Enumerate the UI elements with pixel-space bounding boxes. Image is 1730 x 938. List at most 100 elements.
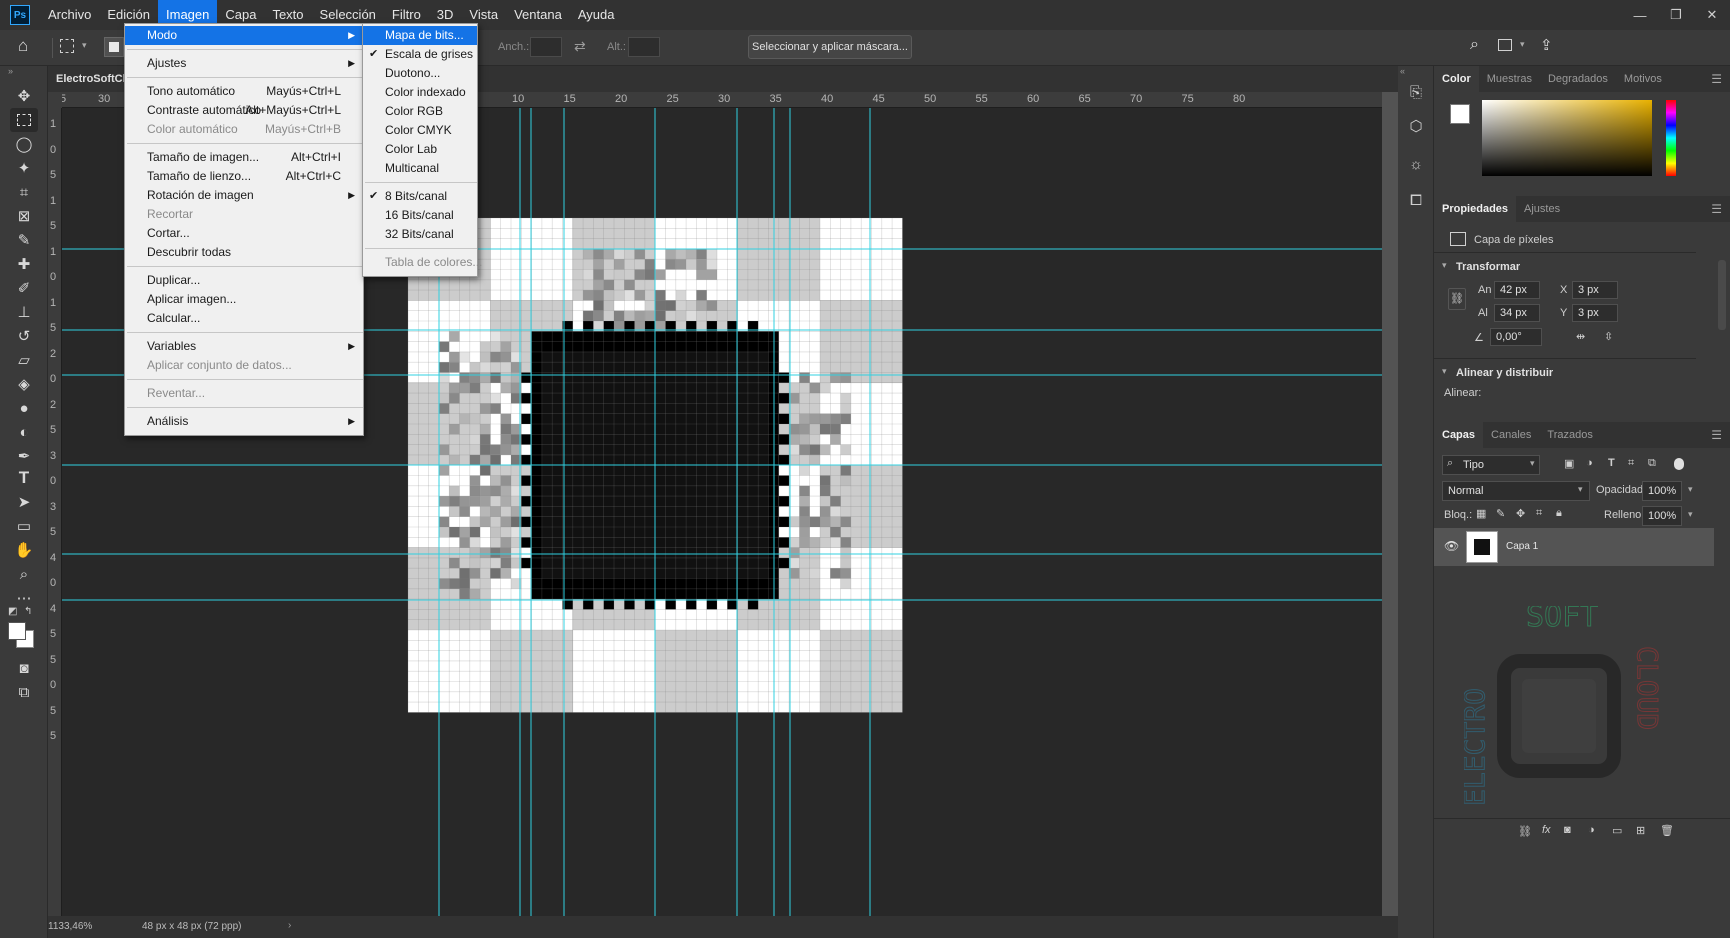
magic-wand-tool-icon[interactable]: ✦	[10, 156, 38, 180]
chevron-down-icon[interactable]: ▾	[82, 40, 87, 51]
filter-type-icon[interactable]: T	[1608, 457, 1615, 469]
tab-swatches[interactable]: Muestras	[1479, 66, 1540, 92]
rectangle-tool-icon[interactable]: ▭	[10, 514, 38, 538]
hue-slider[interactable]	[1666, 100, 1676, 176]
history-icon[interactable]: ⎘	[1404, 80, 1428, 104]
expand-toolbar-icon[interactable]: »	[8, 66, 13, 76]
blur-tool-icon[interactable]: ●	[10, 396, 38, 420]
menu-0[interactable]: Archivo	[40, 0, 99, 30]
chevron-right-icon[interactable]: ›	[288, 920, 291, 931]
paint-bucket-tool-icon[interactable]: ◈	[10, 372, 38, 396]
lock-position-icon[interactable]: ✥	[1516, 507, 1525, 520]
flip-vertical-icon[interactable]: ⇳	[1604, 330, 1613, 343]
healing-brush-tool-icon[interactable]: ✚	[10, 252, 38, 276]
lock-all-icon[interactable]: 🔒︎	[1556, 507, 1562, 520]
layer-filter-select[interactable]: Tipo	[1442, 455, 1540, 475]
dodge-tool-icon[interactable]: ◐	[10, 420, 38, 444]
chevron-down-icon[interactable]: ▾	[1530, 458, 1535, 469]
zoom-level[interactable]: 1133,46%	[48, 921, 92, 932]
tab-layers[interactable]: Capas	[1434, 422, 1484, 448]
flip-horizontal-icon[interactable]: ⇹	[1576, 330, 1585, 343]
menu-item[interactable]: Rotación de imagen ▶	[125, 186, 363, 205]
menu-item[interactable]: Aplicar imagen...	[125, 290, 363, 309]
menu-item[interactable]: Duotono...	[363, 64, 477, 83]
adjustment-layer-icon[interactable]: ◑	[1588, 824, 1595, 836]
link-layers-icon[interactable]: ⛓	[1518, 825, 1532, 838]
eraser-tool-icon[interactable]: ▱	[10, 348, 38, 372]
chevron-down-icon[interactable]: ▾	[1688, 509, 1693, 520]
menu-item[interactable]: Descubrir todas	[125, 243, 363, 262]
close-button[interactable]: ✕	[1694, 0, 1730, 30]
filter-smart-object-icon[interactable]: ⧉	[1648, 457, 1656, 470]
tab-properties[interactable]: Propiedades	[1434, 196, 1517, 222]
panel-menu-icon[interactable]: ☰	[1711, 72, 1722, 86]
crop-tool-icon[interactable]: ⌗	[10, 180, 38, 204]
rectangular-marquee-tool-icon[interactable]	[10, 108, 38, 132]
tab-patterns[interactable]: Motivos	[1616, 66, 1670, 92]
y-field[interactable]: 3 px	[1572, 304, 1618, 322]
3d-icon[interactable]: ⬡	[1404, 114, 1428, 138]
fill-field[interactable]: 100%	[1642, 506, 1682, 526]
text-tool-icon[interactable]: T	[10, 466, 38, 490]
panel-menu-icon[interactable]: ☰	[1711, 428, 1722, 442]
quick-mask-icon[interactable]: ◙	[10, 656, 38, 680]
panel-menu-icon[interactable]: ☰	[1711, 202, 1722, 216]
menu-item[interactable]: Tamaño de imagen... Alt+Ctrl+I	[125, 148, 363, 167]
menu-item[interactable]: Modo ▶	[125, 26, 363, 45]
marquee-preset-icon[interactable]	[60, 39, 74, 53]
new-group-icon[interactable]: ▭	[1612, 824, 1622, 837]
add-mask-icon[interactable]: ◙	[1564, 824, 1571, 836]
filter-adjustment-icon[interactable]: ◑	[1586, 457, 1593, 469]
blend-mode-select[interactable]: Normal	[1442, 481, 1590, 501]
menu-item[interactable]: Ajustes ▶	[125, 54, 363, 73]
brush-tool-icon[interactable]: ✐	[10, 276, 38, 300]
menu-item[interactable]: Duplicar...	[125, 271, 363, 290]
menu-item[interactable]: Color RGB	[363, 102, 477, 121]
foreground-color-chip[interactable]	[1450, 104, 1470, 124]
screen-mode-icon[interactable]: ⧉	[10, 680, 38, 704]
menu-item[interactable]: ✔ Escala de grises	[363, 45, 477, 64]
collapse-panels-icon[interactable]: «	[1400, 66, 1405, 76]
properties-scrollbar[interactable]	[1718, 260, 1726, 330]
foreground-color-swatch[interactable]	[8, 622, 26, 640]
menu-item[interactable]: Calcular...	[125, 309, 363, 328]
select-and-mask-button[interactable]: Seleccionar y aplicar máscara...	[748, 35, 912, 59]
tab-gradients[interactable]: Degradados	[1540, 66, 1616, 92]
height-field[interactable]: 34 px	[1494, 304, 1540, 322]
menu-item[interactable]: Mapa de bits...	[363, 26, 477, 45]
chevron-down-icon[interactable]: ▾	[1520, 39, 1525, 50]
menu-9[interactable]: Ventana	[506, 0, 570, 30]
search-icon[interactable]: ⌕	[1470, 36, 1479, 54]
opacity-field[interactable]: 100%	[1642, 481, 1682, 501]
layer-name[interactable]: Capa 1	[1506, 541, 1538, 552]
tab-adjustments[interactable]: Ajustes	[1516, 196, 1568, 222]
lock-artboard-icon[interactable]: ⌗	[1536, 507, 1542, 520]
libraries-icon[interactable]: ⧠	[1404, 188, 1428, 212]
fx-icon[interactable]: fx	[1542, 824, 1551, 836]
menu-item[interactable]: 32 Bits/canal	[363, 225, 477, 244]
menu-10[interactable]: Ayuda	[570, 0, 623, 30]
history-brush-tool-icon[interactable]: ↺	[10, 324, 38, 348]
hand-tool-icon[interactable]: ✋	[10, 538, 38, 562]
eyedropper-tool-icon[interactable]: ✎	[10, 228, 38, 252]
minimize-button[interactable]: —	[1622, 0, 1658, 30]
menu-item[interactable]: ✔ 8 Bits/canal	[363, 187, 477, 206]
height-input[interactable]	[628, 37, 660, 57]
x-field[interactable]: 3 px	[1572, 281, 1618, 299]
tab-color[interactable]: Color	[1434, 66, 1479, 92]
restore-button[interactable]: ❐	[1658, 0, 1694, 30]
path-selection-tool-icon[interactable]: ➤	[10, 490, 38, 514]
width-input[interactable]	[530, 37, 562, 57]
chevron-down-icon[interactable]: ▾	[1442, 366, 1447, 377]
layer-row[interactable]: 👁︎ Capa 1	[1434, 528, 1714, 566]
lock-pixels-icon[interactable]: ✎	[1496, 507, 1505, 520]
swap-colors-icon[interactable]: ↰	[24, 606, 32, 617]
new-selection-icon[interactable]	[104, 37, 124, 57]
move-tool-icon[interactable]: ✥	[10, 84, 38, 108]
lock-transparent-icon[interactable]: ▦	[1476, 507, 1486, 520]
menu-item[interactable]: Variables ▶	[125, 337, 363, 356]
delete-layer-icon[interactable]: 🗑︎	[1660, 824, 1674, 837]
menu-item[interactable]: Contraste automático Alt+Mayús+Ctrl+L	[125, 101, 363, 120]
chevron-down-icon[interactable]: ▾	[1442, 260, 1447, 271]
workspace-icon[interactable]	[1498, 39, 1512, 51]
